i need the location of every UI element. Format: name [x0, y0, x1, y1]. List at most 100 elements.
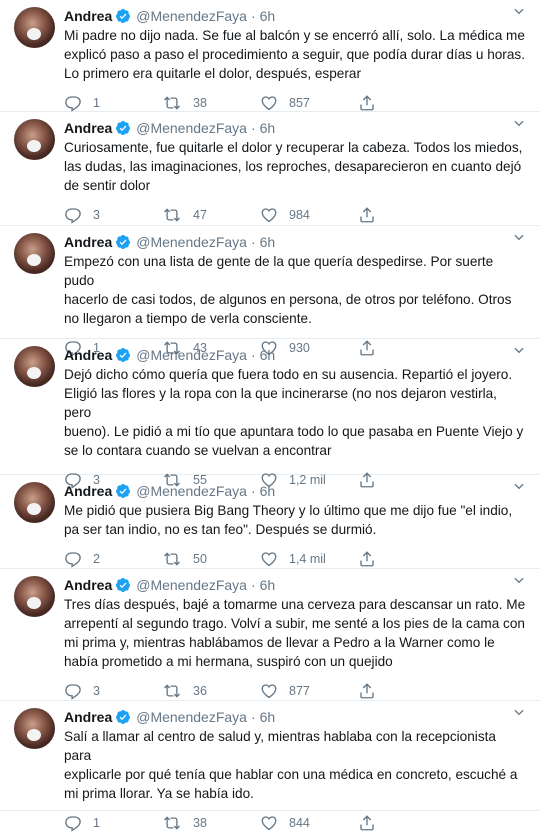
display-name[interactable]: Andrea [64, 8, 112, 24]
user-handle[interactable]: @MenendezFaya [136, 120, 247, 136]
timestamp[interactable]: 6h [260, 577, 276, 593]
tweet-header: Andrea @MenendezFaya · 6h [64, 481, 526, 500]
separator-dot: · [250, 119, 256, 136]
reply-icon [64, 682, 82, 700]
tweet-header: Andrea @MenendezFaya · 6h [64, 707, 526, 726]
chevron-down-icon[interactable] [512, 343, 526, 362]
timestamp[interactable]: 6h [260, 8, 276, 24]
chevron-down-icon[interactable] [512, 116, 526, 135]
display-name[interactable]: Andrea [64, 709, 112, 725]
tweet-header: Andrea @MenendezFaya · 6h [64, 6, 526, 25]
retweet-button[interactable]: 38 [162, 94, 260, 112]
tweet-content: Andrea @MenendezFaya · 6h Tres días desp… [64, 569, 540, 700]
tweet-content: Andrea @MenendezFaya · 6h Empezó con una… [64, 226, 540, 357]
timestamp[interactable]: 6h [260, 234, 276, 250]
tweet[interactable]: Andrea @MenendezFaya · 6h Me pidió que p… [0, 475, 540, 569]
avatar[interactable] [14, 233, 55, 274]
display-name[interactable]: Andrea [64, 347, 112, 363]
separator-dot: · [250, 482, 256, 499]
tweet-text: Me pidió que pusiera Big Bang Theory y l… [64, 503, 513, 537]
timestamp[interactable]: 6h [260, 347, 276, 363]
tweet-text: Dejó dicho cómo quería que fuera todo en… [64, 367, 524, 458]
display-name[interactable]: Andrea [64, 483, 112, 499]
avatar[interactable] [14, 119, 55, 160]
retweet-button[interactable]: 47 [162, 206, 260, 224]
retweet-icon [162, 94, 182, 112]
verified-badge-icon [115, 483, 131, 499]
chevron-down-icon[interactable] [512, 573, 526, 592]
separator-dot: · [250, 7, 256, 24]
chevron-down-icon[interactable] [512, 230, 526, 249]
chevron-down-icon[interactable] [512, 4, 526, 23]
share-icon [358, 94, 376, 112]
timestamp[interactable]: 6h [260, 120, 276, 136]
retweet-icon [162, 550, 182, 568]
like-button[interactable]: 844 [260, 814, 358, 832]
like-icon [260, 682, 278, 700]
timestamp[interactable]: 6h [260, 483, 276, 499]
tweet[interactable]: Andrea @MenendezFaya · 6h Mi padre no di… [0, 0, 540, 112]
avatar[interactable] [14, 708, 55, 749]
share-button[interactable] [358, 550, 376, 568]
retweet-icon [162, 814, 182, 832]
chevron-down-icon[interactable] [512, 705, 526, 724]
user-handle[interactable]: @MenendezFaya [136, 347, 247, 363]
avatar[interactable] [14, 346, 55, 387]
like-button[interactable]: 1,4 mil [260, 550, 358, 568]
tweet-header: Andrea @MenendezFaya · 6h [64, 232, 526, 251]
verified-badge-icon [115, 234, 131, 250]
user-handle[interactable]: @MenendezFaya [136, 483, 247, 499]
reply-button[interactable]: 1 [64, 814, 162, 832]
chevron-down-icon[interactable] [512, 479, 526, 498]
reply-button[interactable]: 3 [64, 682, 162, 700]
user-handle[interactable]: @MenendezFaya [136, 709, 247, 725]
tweet-actions: 1 38 844 [64, 808, 526, 838]
share-button[interactable] [358, 682, 376, 700]
avatar-column [0, 701, 64, 810]
verified-badge-icon [115, 577, 131, 593]
avatar[interactable] [14, 576, 55, 617]
retweet-button[interactable]: 36 [162, 682, 260, 700]
avatar[interactable] [14, 482, 55, 523]
retweet-button[interactable]: 38 [162, 814, 260, 832]
tweet[interactable]: Andrea @MenendezFaya · 6h Dejó dicho cóm… [0, 339, 540, 489]
tweet-text: Mi padre no dijo nada. Se fue al balcón … [64, 28, 525, 81]
retweet-count: 47 [193, 208, 207, 222]
user-handle[interactable]: @MenendezFaya [136, 8, 247, 24]
timestamp[interactable]: 6h [260, 709, 276, 725]
reply-button[interactable]: 3 [64, 206, 162, 224]
reply-icon [64, 206, 82, 224]
reply-button[interactable]: 1 [64, 94, 162, 112]
avatar[interactable] [14, 7, 55, 48]
display-name[interactable]: Andrea [64, 234, 112, 250]
like-icon [260, 814, 278, 832]
display-name[interactable]: Andrea [64, 120, 112, 136]
avatar-column [0, 0, 64, 111]
avatar-column [0, 569, 64, 700]
retweet-button[interactable]: 50 [162, 550, 260, 568]
display-name[interactable]: Andrea [64, 577, 112, 593]
reply-count: 3 [93, 684, 100, 698]
tweet-header: Andrea @MenendezFaya · 6h [64, 575, 526, 594]
tweet[interactable]: Andrea @MenendezFaya · 6h Empezó con una… [0, 226, 540, 357]
user-handle[interactable]: @MenendezFaya [136, 577, 247, 593]
reply-button[interactable]: 2 [64, 550, 162, 568]
separator-dot: · [250, 576, 256, 593]
like-count: 877 [289, 684, 310, 698]
avatar-column [0, 112, 64, 225]
share-button[interactable] [358, 814, 376, 832]
like-icon [260, 206, 278, 224]
retweet-icon [162, 206, 182, 224]
reply-icon [64, 814, 82, 832]
tweet[interactable]: Andrea @MenendezFaya · 6h Curiosamente, … [0, 112, 540, 226]
like-button[interactable]: 877 [260, 682, 358, 700]
like-button[interactable]: 857 [260, 94, 358, 112]
share-button[interactable] [358, 206, 376, 224]
avatar-column [0, 226, 64, 338]
user-handle[interactable]: @MenendezFaya [136, 234, 247, 250]
like-button[interactable]: 984 [260, 206, 358, 224]
tweet[interactable]: Andrea @MenendezFaya · 6h Salí a llamar … [0, 701, 540, 832]
avatar-column [0, 475, 64, 568]
tweet[interactable]: Andrea @MenendezFaya · 6h Tres días desp… [0, 569, 540, 701]
share-button[interactable] [358, 94, 376, 112]
